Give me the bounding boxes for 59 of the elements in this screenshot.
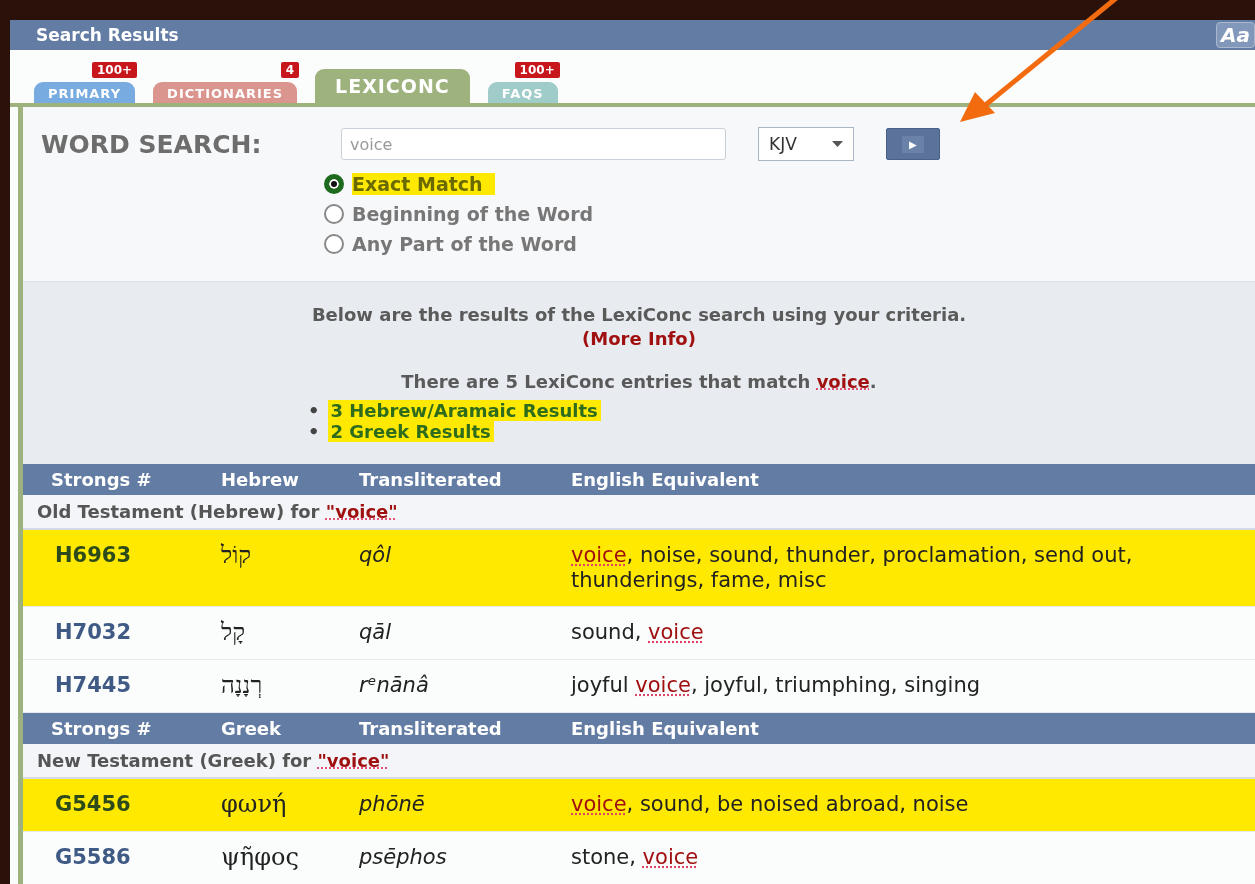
bullet: • (308, 400, 320, 421)
column-header: English Equivalent (571, 712, 1255, 744)
transliteration: rᵉnānâ (359, 673, 429, 697)
search-term-link[interactable]: voice (571, 792, 627, 816)
more-info-link[interactable]: (More Info) (582, 328, 696, 349)
go-button[interactable]: ▶ (886, 128, 940, 160)
match-option[interactable]: Any Part of the Word (324, 233, 1237, 255)
results-description: Below are the results of the LexiConc search using your criteria. (310, 304, 968, 325)
search-term-link[interactable]: voice (635, 673, 691, 697)
version-dropdown[interactable]: KJV (758, 127, 854, 161)
original-word: ψῆφος (221, 843, 299, 871)
column-header: Transliterated (359, 712, 571, 744)
radio-button[interactable] (324, 174, 344, 194)
english-equivalent: stone, voice (571, 845, 700, 870)
strongs-number-link[interactable]: H7032 (55, 620, 132, 644)
strongs-number-link[interactable]: H7445 (55, 673, 132, 697)
original-word: רְנָנָה (221, 671, 263, 699)
column-header: Greek (221, 712, 359, 744)
caret-icon (832, 141, 843, 147)
match-option[interactable]: Beginning of the Word (324, 203, 1237, 225)
transliteration: qāl (359, 620, 392, 644)
results-link[interactable]: 3 Hebrew/Aramaic Results (327, 400, 601, 421)
section-caption: New Testament (Greek) for "voice" (37, 750, 390, 771)
search-term-link[interactable]: voice (642, 845, 699, 869)
strongs-number-link[interactable]: H6963 (55, 543, 132, 567)
original-word: φωνή (221, 790, 287, 818)
english-equivalent: voice, noise, sound, thunder, proclamation, send out, thunderings, fame, misc (571, 543, 1134, 593)
column-header: Hebrew (221, 464, 359, 495)
strongs-number-link[interactable]: G5586 (55, 845, 131, 869)
transliteration: phōnē (359, 792, 425, 816)
count-badge: 100+ (514, 62, 560, 78)
results-link[interactable]: 2 Greek Results (327, 421, 494, 442)
english-equivalent: sound, voice (571, 620, 705, 645)
column-header: English Equivalent (571, 464, 1255, 495)
radio-button[interactable] (324, 204, 344, 224)
word-search-label: WORD SEARCH: (41, 129, 263, 159)
transliteration: qôl (359, 543, 391, 567)
transliteration: psēphos (359, 845, 447, 869)
results-count-text: There are 5 LexiConc entries that match voice. (400, 371, 878, 392)
search-term-link[interactable]: voice (816, 371, 870, 392)
column-header: Strongs # (23, 712, 221, 744)
radio-button[interactable] (324, 234, 344, 254)
strongs-number-link[interactable]: G5456 (55, 792, 131, 816)
count-badge: 100+ (92, 62, 138, 78)
count-badge: 4 (280, 62, 300, 78)
english-equivalent: joyful voice, joyful, triumphing, singing (571, 673, 982, 698)
section-caption: Old Testament (Hebrew) for "voice" (37, 501, 398, 522)
column-header: Transliterated (359, 464, 571, 495)
window-title: Search Results (36, 25, 179, 45)
search-term-link[interactable]: voice (571, 543, 627, 567)
original-word: קָל (221, 618, 246, 646)
search-term-link[interactable]: "voice" (317, 750, 390, 771)
match-option[interactable]: Exact Match (324, 173, 1237, 195)
original-word: קוֹל (221, 541, 252, 569)
column-header: Strongs # (23, 464, 221, 495)
search-term-link[interactable]: voice (648, 620, 704, 644)
bullet: • (308, 421, 320, 442)
english-equivalent: voice, sound, be noised abroad, noise (571, 792, 970, 817)
search-term-link[interactable]: "voice" (325, 501, 398, 522)
